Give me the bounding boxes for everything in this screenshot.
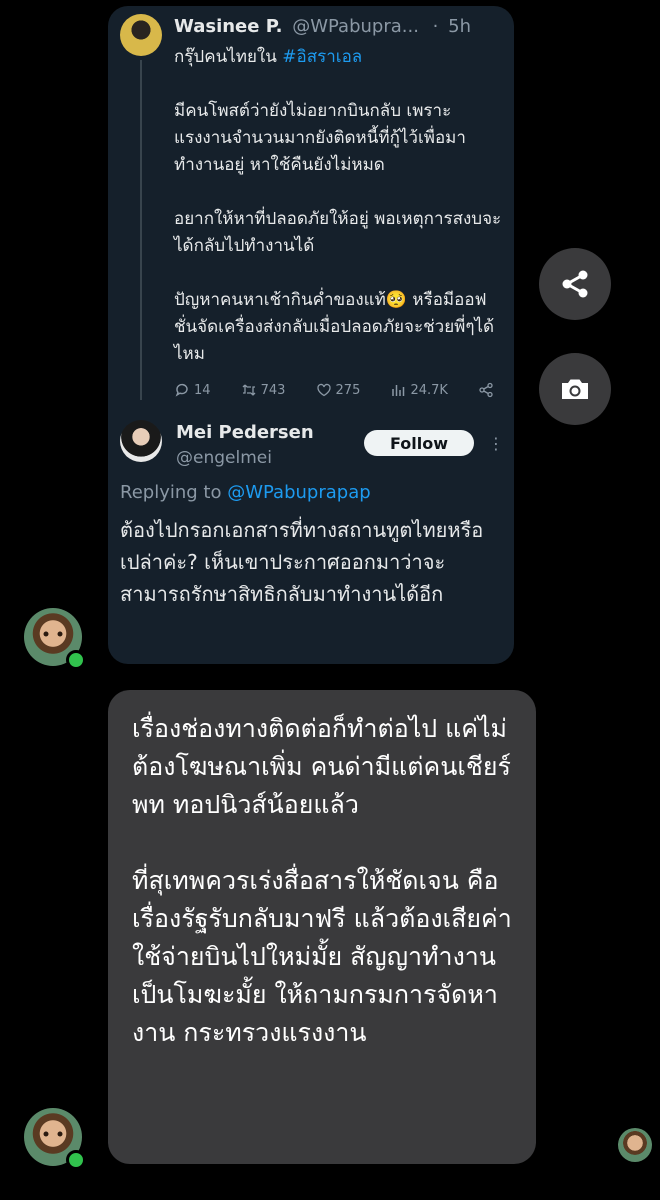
avatar-face-icon [43,631,63,637]
tweet-share-action[interactable] [478,382,494,398]
sender-avatar[interactable] [24,1108,86,1170]
thread-line [140,60,142,400]
like-count: 275 [335,382,361,398]
share-button[interactable] [539,248,611,320]
retweet-count: 743 [260,382,286,398]
tweet-action-bar: 14 743 275 24.7K [174,382,494,398]
views-count: 24.7K [410,382,448,398]
shared-tweet-card[interactable]: Wasinee P. @WPabupra... · 5h กรุ๊ปคนไทยใ… [108,6,514,664]
reply-author-name[interactable]: Mei Pedersen [176,422,314,443]
retweet-action[interactable]: 743 [241,382,286,398]
sender-avatar[interactable] [24,608,86,670]
tweet-paragraph: อยากให้หาที่ปลอดภัยให้อยู่ พอเหตุการสงบจ… [174,209,502,256]
avatar-face-icon [43,1131,63,1137]
reply-tweet-body: ต้องไปกรอกเอกสารที่ทางสถานทูตไทยหรือเปล่… [120,518,484,606]
reply-count: 14 [194,382,211,398]
reply-author-handle: @engelmei [176,448,272,468]
reply-action[interactable]: 14 [174,382,211,398]
online-status-indicator [66,1150,86,1170]
share-icon [562,270,588,298]
tweet-body-intro: กรุ๊ปคนไทยใน [174,47,283,67]
replying-to-mention[interactable]: @WPabuprapap [227,482,370,503]
read-receipt-avatar [618,1128,652,1162]
online-status-indicator [66,650,86,670]
tweet-paragraph: มีคนโพสต์ว่ายังไม่อยากบินกลับ เพราะแรงงา… [174,101,466,175]
more-options-icon[interactable]: ⋮ [488,436,504,452]
message-text: เรื่องช่องทางติดต่อก็ทำต่อไป แค่ไม่ต้องโ… [132,714,512,1047]
views-action[interactable]: 24.7K [390,382,448,398]
tweet-paragraph: ปัญหาคนหาเช้ากินค่ำของแท้🥺 หรือมีออฟชั่น… [174,290,495,364]
tweet-header: Wasinee P. @WPabupra... · 5h [174,16,471,37]
message-bubble[interactable]: เรื่องช่องทางติดต่อก็ทำต่อไป แค่ไม่ต้องโ… [108,690,536,1164]
replying-to: Replying to @WPabuprapap [120,482,371,503]
tweet-author-avatar[interactable] [120,14,162,56]
analytics-icon [392,385,405,396]
tweet-author-name[interactable]: Wasinee P. [174,16,282,37]
reply-author-avatar[interactable] [120,420,162,462]
retweet-icon [242,384,256,396]
tweet-time-separator: · [432,16,439,37]
follow-button[interactable]: Follow [364,430,474,456]
save-image-button[interactable] [539,353,611,425]
heart-icon [316,383,331,397]
tweet-timestamp: 5h [448,16,472,37]
tweet-body: กรุ๊ปคนไทยใน #อิสราเอล มีคนโพสต์ว่ายังไม… [174,44,508,368]
replying-to-label: Replying to [120,482,228,503]
hashtag-link[interactable]: #อิสราเอล [282,47,362,67]
like-action[interactable]: 275 [316,382,361,398]
tweet-author-handle: @WPabupra... [292,16,419,37]
share-small-icon [479,382,493,398]
camera-icon [562,379,588,399]
reply-icon [175,383,188,397]
